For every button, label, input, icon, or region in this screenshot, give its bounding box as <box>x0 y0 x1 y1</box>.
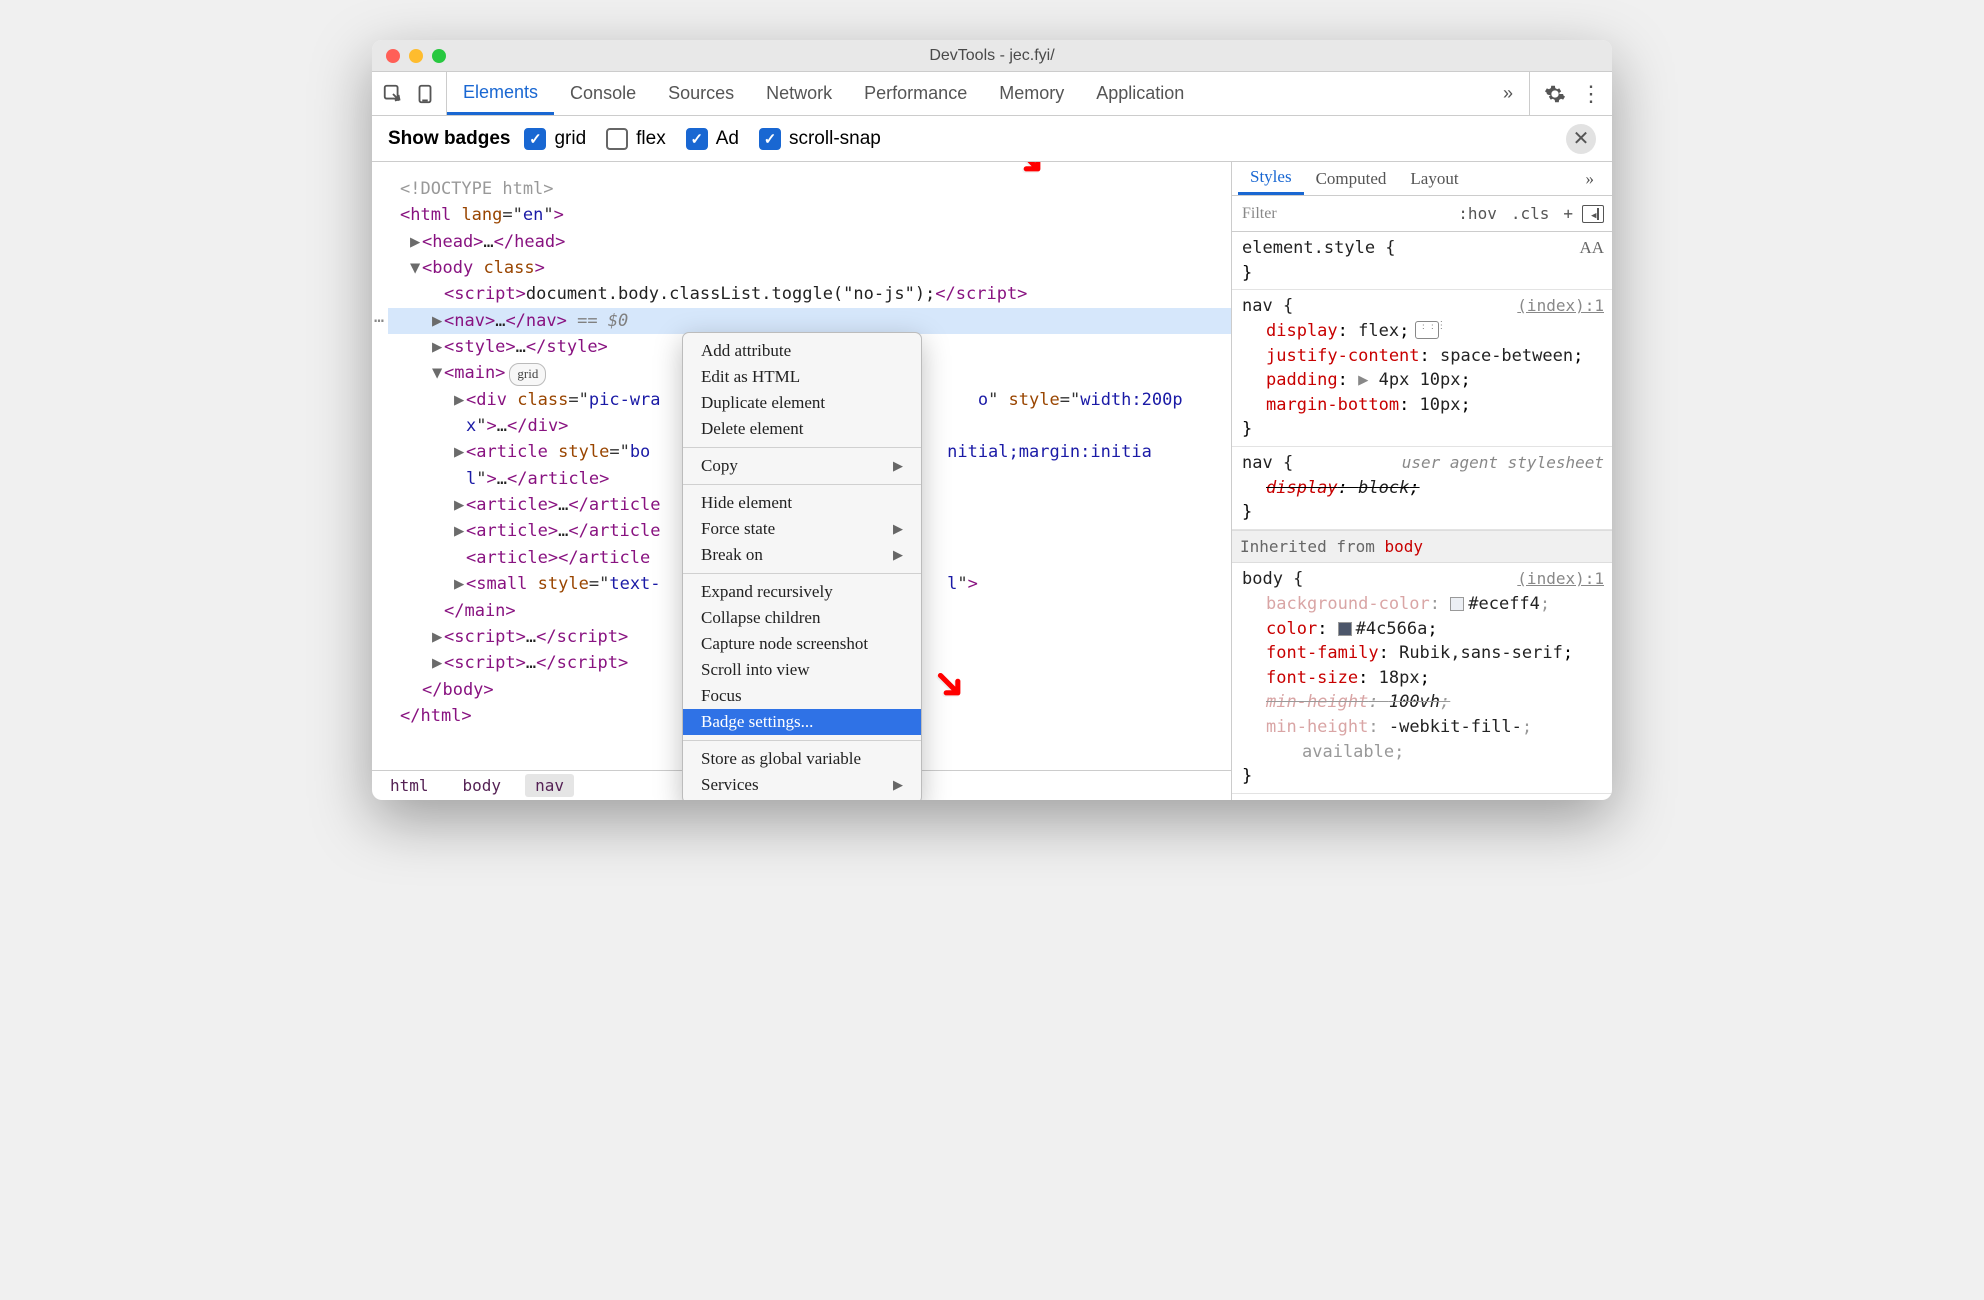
close-badgebar-button[interactable]: ✕ <box>1566 124 1596 154</box>
cls-button[interactable]: .cls <box>1506 202 1555 225</box>
tab-memory[interactable]: Memory <box>983 72 1080 115</box>
context-menu-item[interactable]: Capture node screenshot <box>683 631 921 657</box>
context-menu-item[interactable]: Services▶ <box>683 772 921 798</box>
main-panels: <!DOCTYPE html> <html lang="en">▶<head>…… <box>372 162 1612 800</box>
context-menu-item[interactable]: Break on▶ <box>683 542 921 568</box>
expand-icon[interactable]: ▶ <box>432 650 444 676</box>
tab-elements[interactable]: Elements <box>447 72 554 115</box>
context-menu-item[interactable]: Force state▶ <box>683 516 921 542</box>
inspect-tools <box>372 72 447 115</box>
elements-panel: <!DOCTYPE html> <html lang="en">▶<head>…… <box>372 162 1232 800</box>
breadcrumb-item[interactable]: body <box>453 774 512 797</box>
filter-input[interactable]: Filter <box>1232 205 1453 223</box>
gear-icon[interactable] <box>1542 81 1568 107</box>
expand-icon[interactable]: ▶ <box>432 308 444 334</box>
checkbox-icon[interactable] <box>759 128 781 150</box>
tab-sources[interactable]: Sources <box>652 72 750 115</box>
badge-option-scroll-snap[interactable]: scroll-snap <box>759 128 881 150</box>
context-menu-item[interactable]: Duplicate element <box>683 390 921 416</box>
expand-icon[interactable]: ▶ <box>432 624 444 650</box>
styles-tab-computed[interactable]: Computed <box>1304 162 1399 195</box>
expand-icon[interactable] <box>454 466 466 492</box>
context-menu-item[interactable]: Delete element <box>683 416 921 442</box>
expand-icon[interactable]: ▶ <box>454 571 466 597</box>
expand-icon[interactable] <box>388 202 400 228</box>
tab-application[interactable]: Application <box>1080 72 1200 115</box>
main-tabs: ElementsConsoleSourcesNetworkPerformance… <box>447 72 1487 115</box>
window-title: DevTools - jec.fyi/ <box>372 47 1612 65</box>
breadcrumb-item[interactable]: html <box>380 774 439 797</box>
expand-icon[interactable] <box>388 703 400 729</box>
show-badges-label: Show badges <box>388 128 510 150</box>
expand-icon[interactable]: ▶ <box>454 439 466 465</box>
context-menu-item[interactable]: Store as global variable <box>683 746 921 772</box>
styles-tabs: StylesComputedLayout » <box>1232 162 1612 196</box>
dom-node[interactable]: <!DOCTYPE html> <box>388 176 1231 202</box>
styles-tabs-overflow[interactable]: » <box>1574 162 1607 195</box>
new-rule-button[interactable]: + <box>1558 202 1578 225</box>
devtools-window: DevTools - jec.fyi/ ElementsConsoleSourc… <box>372 40 1612 800</box>
flex-badge-icon[interactable] <box>1415 321 1439 339</box>
expand-icon[interactable]: ▶ <box>410 229 422 255</box>
checkbox-icon[interactable] <box>524 128 546 150</box>
expand-icon[interactable]: ▶ <box>454 492 466 518</box>
expand-icon[interactable]: ▶ <box>454 518 466 544</box>
more-menu-icon[interactable]: ⋮ <box>1578 81 1604 107</box>
expand-icon[interactable]: ▼ <box>410 255 422 281</box>
badge-option-Ad[interactable]: Ad <box>686 128 739 150</box>
dom-node[interactable]: <script>document.body.classList.toggle("… <box>388 281 1231 307</box>
expand-icon[interactable] <box>410 677 422 703</box>
styles-filter-bar: Filter :hov .cls + ◀ <box>1232 196 1612 232</box>
style-rules[interactable]: element.style {AA}nav {(index):1display:… <box>1232 232 1612 800</box>
context-menu-item[interactable]: Expand recursively <box>683 579 921 605</box>
tab-performance[interactable]: Performance <box>848 72 983 115</box>
inspect-element-icon[interactable] <box>380 81 406 107</box>
breadcrumb-item[interactable]: nav <box>525 774 574 797</box>
expand-icon[interactable]: ▶ <box>454 387 466 413</box>
checkbox-icon[interactable] <box>606 128 628 150</box>
expand-icon[interactable]: ▶ <box>432 334 444 360</box>
context-menu-item[interactable]: Add attribute <box>683 338 921 364</box>
expand-icon[interactable]: ▼ <box>432 360 444 386</box>
context-menu: Add attributeEdit as HTMLDuplicate eleme… <box>682 332 922 800</box>
titlebar: DevTools - jec.fyi/ <box>372 40 1612 72</box>
expand-icon[interactable] <box>432 281 444 307</box>
tab-network[interactable]: Network <box>750 72 848 115</box>
badge-option-flex[interactable]: flex <box>606 128 666 150</box>
device-toggle-icon[interactable] <box>412 81 438 107</box>
tabs-overflow-button[interactable]: » <box>1487 83 1529 104</box>
styles-sidebar: StylesComputedLayout » Filter :hov .cls +… <box>1232 162 1612 800</box>
styles-tab-styles[interactable]: Styles <box>1238 162 1304 195</box>
context-menu-item[interactable]: Edit as HTML <box>683 364 921 390</box>
context-menu-item[interactable]: Badge settings... <box>683 709 921 735</box>
expand-icon[interactable] <box>454 413 466 439</box>
styles-tab-layout[interactable]: Layout <box>1398 162 1470 195</box>
inherited-from-bar: Inherited from body <box>1232 530 1612 563</box>
context-menu-item[interactable]: Copy▶ <box>683 453 921 479</box>
context-menu-item[interactable]: Focus <box>683 683 921 709</box>
checkbox-icon[interactable] <box>686 128 708 150</box>
dom-node[interactable]: <html lang="en"> <box>388 202 1231 228</box>
dom-node[interactable]: ▶<head>…</head> <box>388 229 1231 255</box>
expand-icon[interactable] <box>432 598 444 624</box>
context-menu-item[interactable]: Hide element <box>683 490 921 516</box>
dom-node[interactable]: ⋯▶<nav>…</nav> == $0 <box>388 308 1231 334</box>
hov-button[interactable]: :hov <box>1453 202 1502 225</box>
dom-node[interactable]: ▼<body class> <box>388 255 1231 281</box>
badge-settings-bar: Show badges grid flex Ad scroll-snap ✕ <box>372 116 1612 162</box>
expand-icon[interactable] <box>454 545 466 571</box>
tab-console[interactable]: Console <box>554 72 652 115</box>
expand-icon[interactable] <box>388 176 400 202</box>
main-tabbar: ElementsConsoleSourcesNetworkPerformance… <box>372 72 1612 116</box>
context-menu-item[interactable]: Scroll into view <box>683 657 921 683</box>
toggle-panel-icon[interactable]: ◀ <box>1582 205 1604 223</box>
badge-option-grid[interactable]: grid <box>524 128 586 150</box>
context-menu-item[interactable]: Collapse children <box>683 605 921 631</box>
